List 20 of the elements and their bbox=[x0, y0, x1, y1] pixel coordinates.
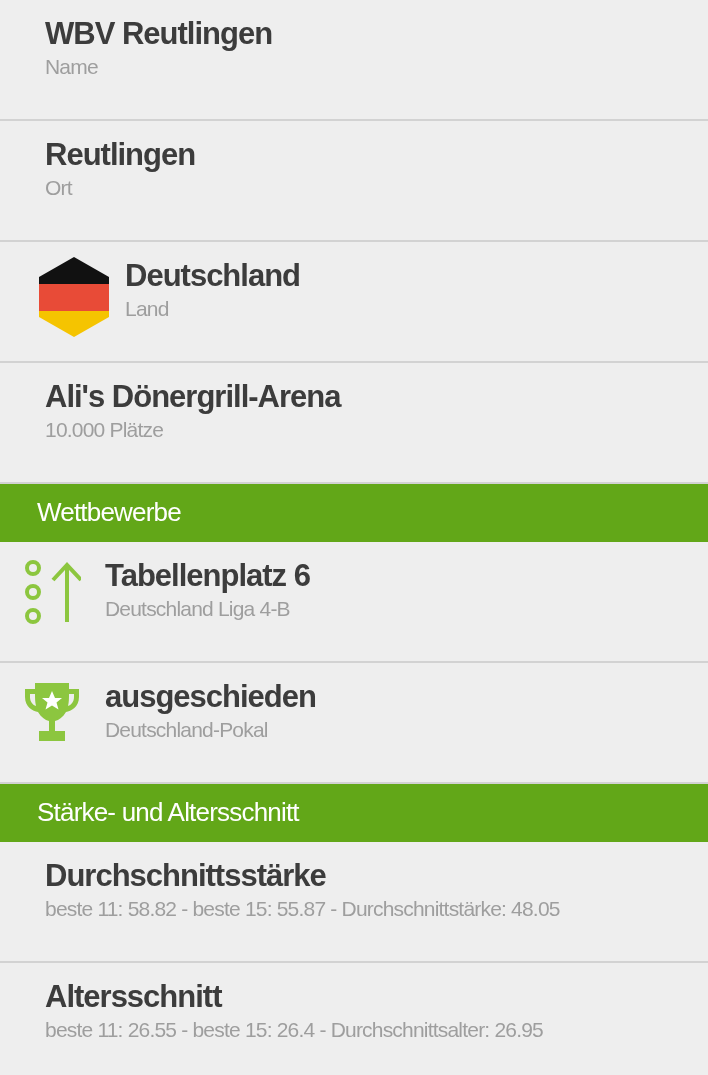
item-subtitle: 10.000 Plätze bbox=[45, 417, 164, 443]
item-subtitle: Deutschland Liga 4-B bbox=[105, 596, 290, 622]
section-header: Stärke- und Altersschnitt bbox=[0, 783, 708, 842]
item-title: Deutschland bbox=[125, 257, 301, 295]
item-subtitle: Ort bbox=[45, 175, 72, 201]
item-title: Altersschnitt bbox=[45, 978, 222, 1016]
section-header: Wettbewerbe bbox=[0, 483, 708, 542]
item-title: Durchschnittsstärke bbox=[45, 857, 326, 895]
ranking-arrow-icon bbox=[23, 560, 81, 624]
flag-icon bbox=[39, 257, 109, 337]
item-title: Ali's Dönergrill-Arena bbox=[45, 378, 341, 416]
item-title: Tabellenplatz 6 bbox=[105, 557, 310, 595]
item-title: WBV Reutlingen bbox=[45, 15, 273, 53]
item-subtitle: Land bbox=[125, 296, 169, 322]
item-subtitle: beste 11: 58.82 - beste 15: 55.87 - Durchschnittstärke: 48.05 bbox=[45, 896, 560, 922]
item-title: Reutlingen bbox=[45, 136, 196, 174]
item-subtitle: Name bbox=[45, 54, 98, 80]
item-subtitle: Deutschland-Pokal bbox=[105, 717, 268, 743]
item-title: ausgeschieden bbox=[105, 678, 316, 716]
item-subtitle: beste 11: 26.55 - beste 15: 26.4 - Durchschnittsalter: 26.95 bbox=[45, 1017, 543, 1043]
